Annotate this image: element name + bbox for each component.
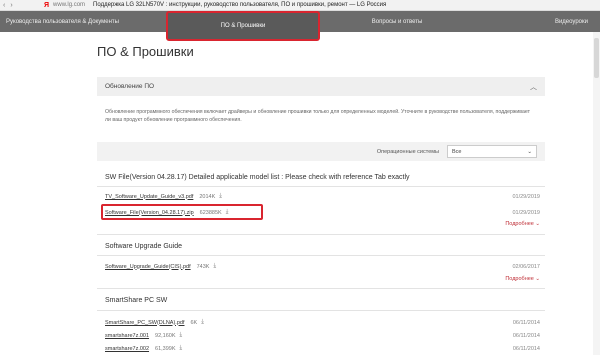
file-date: 06/11/2014 (512, 332, 540, 339)
browser-toolbar: ‹ › Я www.lg.com Поддержка LG 32LN570V :… (0, 0, 600, 11)
file-size: 61,399K (155, 345, 176, 352)
file-row: smartshare7z.002 61,399K ⤓ 06/11/2014 (105, 344, 540, 353)
divider (97, 255, 545, 256)
scrollbar-thumb[interactable] (594, 38, 599, 78)
update-panel-title: Обновление ПО (105, 83, 155, 90)
os-filter-row: Операционные системы Все ⌄ (97, 142, 545, 161)
update-description: Обновление программного обеспечения вклю… (105, 109, 530, 123)
os-select-value: Все (452, 148, 462, 155)
file-link[interactable]: SmartShare_PC_SW(DLNA).pdf (105, 320, 184, 326)
chevron-down-icon: ⌄ (527, 148, 532, 155)
browser-nav: ‹ › (0, 2, 44, 9)
file-row: Software_Upgrade_Guide(CIS).pdf 743K ⤓ 0… (105, 262, 540, 271)
divider (97, 234, 545, 235)
file-date: 01/29/2019 (512, 209, 540, 216)
category-nav: Руководства пользователя & Документы ПО … (0, 11, 600, 41)
file-row: TV_Software_Update_Guide_v3.pdf 2014K ⤓ … (105, 192, 540, 201)
file-date: 06/11/2014 (512, 319, 540, 326)
tab-software[interactable]: ПО & Прошивки (166, 11, 320, 41)
more-link-label: Подробнее (505, 276, 534, 282)
file-date: 02/06/2017 (512, 263, 540, 270)
download-icon[interactable]: ⤓ (201, 319, 204, 326)
page-title-text: Поддержка LG 32LN570V : инструкции, руко… (93, 2, 387, 8)
file-link[interactable]: smartshare7z.001 (105, 333, 149, 339)
file-date: 06/11/2014 (512, 345, 540, 352)
download-icon[interactable]: ⤓ (213, 263, 216, 270)
section-title: Software Upgrade Guide (105, 243, 183, 250)
file-row: smartshare7z.001 92,160K ⤓ 06/11/2014 (105, 331, 540, 340)
address-url[interactable]: www.lg.com (53, 2, 85, 8)
download-icon[interactable]: ⤓ (180, 345, 183, 352)
file-size: 6K (190, 319, 198, 326)
more-link-label: Подробнее (505, 221, 534, 227)
file-row: SmartShare_PC_SW(DLNA).pdf 6K ⤓ 06/11/20… (105, 318, 540, 327)
more-link[interactable]: Подробнее ⌄ (505, 221, 540, 227)
file-link[interactable]: smartshare7z.002 (105, 346, 149, 352)
tab-faq[interactable]: Вопросы и ответы (320, 11, 474, 32)
os-select[interactable]: Все ⌄ (447, 145, 537, 158)
download-icon[interactable]: ⤓ (180, 332, 183, 339)
file-link[interactable]: TV_Software_Update_Guide_v3.pdf (105, 194, 193, 200)
more-link[interactable]: Подробнее ⌄ (505, 276, 540, 282)
os-label: Операционные системы (376, 148, 439, 155)
file-size: 743K (196, 263, 210, 270)
highlight-box (101, 204, 263, 220)
divider (97, 310, 545, 311)
file-date: 01/29/2019 (512, 193, 540, 200)
back-icon[interactable]: ‹ (3, 2, 5, 9)
tab-manuals[interactable]: Руководства пользователя & Документы (0, 11, 166, 32)
divider (97, 186, 545, 187)
page-scrollbar[interactable] (593, 32, 600, 355)
chevron-up-icon[interactable]: ︿ (530, 82, 537, 92)
page-title: ПО & Прошивки (97, 44, 194, 59)
forward-icon[interactable]: › (10, 2, 12, 9)
file-size: 2014K (199, 193, 216, 200)
divider (97, 288, 545, 289)
update-panel-header[interactable]: Обновление ПО ︿ (97, 77, 545, 96)
file-link[interactable]: Software_Upgrade_Guide(CIS).pdf (105, 264, 191, 270)
section-title: SW File(Version 04.28.17) Detailed appli… (105, 174, 410, 181)
section-title: SmartShare PC SW (105, 297, 168, 304)
download-icon[interactable]: ⤓ (219, 193, 222, 200)
tab-videos[interactable]: Видеоуроки (474, 11, 600, 32)
file-size: 92,160K (155, 332, 176, 339)
yandex-logo-icon: Я (44, 1, 50, 9)
